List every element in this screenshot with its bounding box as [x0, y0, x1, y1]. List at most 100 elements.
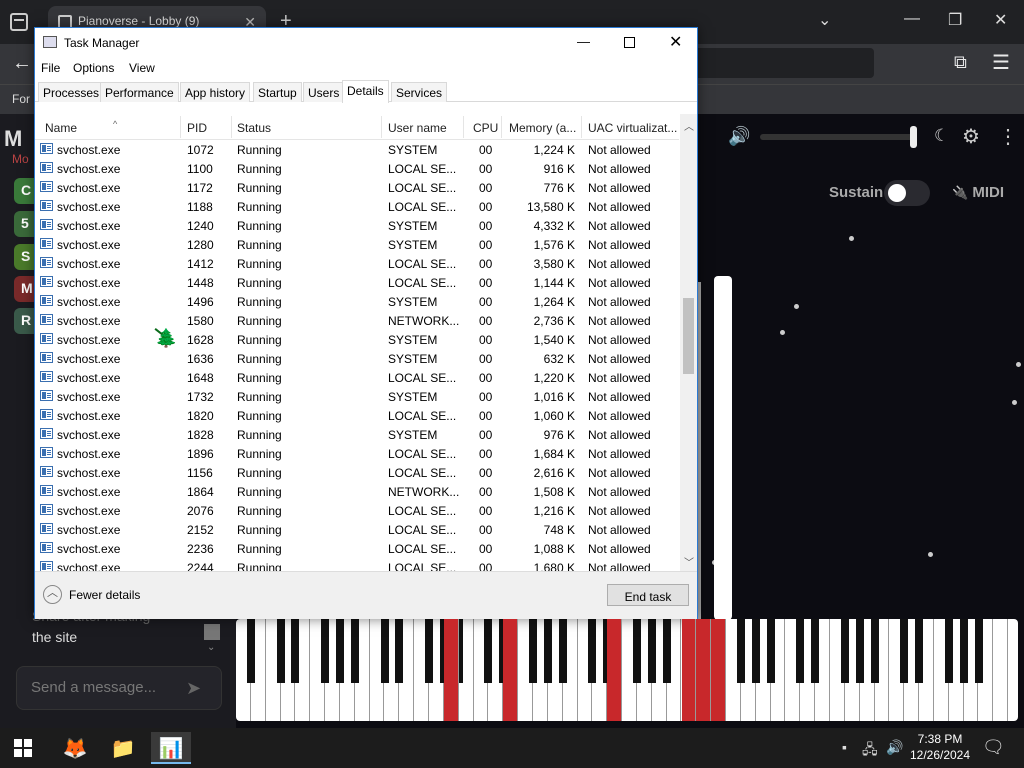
fewer-details-link[interactable]: Fewer details: [69, 588, 140, 602]
sustain-toggle[interactable]: [884, 180, 930, 206]
menu-view[interactable]: View: [129, 61, 155, 75]
table-row[interactable]: svchost.exe 1896 Running LOCAL SE... 00 1,684…: [35, 444, 679, 463]
table-row[interactable]: svchost.exe 1628 Running SYSTEM 00 1,540 K Not…: [35, 330, 679, 349]
table-row[interactable]: svchost.exe 2244 Running LOCAL SE... 00 1,680…: [35, 558, 679, 571]
table-row[interactable]: svchost.exe 1732 Running SYSTEM 00 1,016 K Not…: [35, 387, 679, 406]
column-separator[interactable]: [463, 116, 464, 138]
table-row[interactable]: svchost.exe 1580 Running NETWORK... 00 2,736 …: [35, 311, 679, 330]
browser-minimize-button[interactable]: —: [904, 10, 920, 28]
file-explorer-icon[interactable]: 📁: [103, 732, 143, 764]
scrollbar-thumb[interactable]: [683, 298, 694, 374]
table-row[interactable]: svchost.exe 1820 Running LOCAL SE... 00 1,060…: [35, 406, 679, 425]
black-key[interactable]: [855, 619, 864, 683]
windows-start-icon[interactable]: [14, 739, 32, 757]
table-row[interactable]: svchost.exe 1100 Running LOCAL SE... 00 916 K…: [35, 159, 679, 178]
table-row[interactable]: svchost.exe 1636 Running SYSTEM 00 632 K Not a…: [35, 349, 679, 368]
piano-keyboard[interactable]: [236, 619, 1018, 721]
black-key[interactable]: [915, 619, 924, 683]
tab-processes[interactable]: Processes: [38, 82, 105, 102]
gear-icon[interactable]: ⚙: [962, 124, 980, 149]
black-key[interactable]: [588, 619, 597, 683]
tab-startup[interactable]: Startup: [253, 82, 302, 102]
chevron-down-icon[interactable]: ⌄: [207, 642, 215, 653]
table-row[interactable]: svchost.exe 1864 Running NETWORK... 00 1,508 …: [35, 482, 679, 501]
pressed-white-key[interactable]: [711, 619, 727, 721]
moon-icon[interactable]: ☾: [934, 126, 949, 146]
tab-users[interactable]: Users: [303, 82, 345, 102]
black-key[interactable]: [335, 619, 344, 683]
black-key[interactable]: [246, 619, 255, 683]
speaker-icon[interactable]: 🔊: [886, 739, 903, 756]
pressed-white-key[interactable]: [681, 619, 697, 721]
extensions-icon[interactable]: ⧉: [954, 52, 967, 73]
task-manager-titlebar[interactable]: Task Manager — ✕: [35, 28, 697, 58]
black-key[interactable]: [959, 619, 968, 683]
end-task-button[interactable]: End task: [607, 584, 689, 606]
column-name[interactable]: Name ^: [45, 119, 117, 135]
column-pid[interactable]: PID: [187, 121, 207, 135]
scroll-up-icon[interactable]: ︿: [684, 118, 694, 133]
vertical-scrollbar[interactable]: ︿ ﹀: [680, 114, 697, 571]
tab-list-icon[interactable]: [10, 13, 28, 31]
black-key[interactable]: [484, 619, 493, 683]
volume-slider-thumb[interactable]: [909, 126, 917, 148]
browser-menu-icon[interactable]: ☰: [992, 50, 1010, 75]
tab-details[interactable]: Details: [342, 80, 389, 103]
column-separator[interactable]: [581, 116, 582, 138]
taskbar-clock[interactable]: 7:38 PM 12/26/2024: [908, 731, 972, 763]
tab-dropdown-icon[interactable]: ⌄: [818, 10, 831, 30]
column-separator[interactable]: [381, 116, 382, 138]
black-key[interactable]: [944, 619, 953, 683]
minimize-button[interactable]: —: [577, 34, 590, 49]
white-key[interactable]: [993, 619, 1009, 721]
tab-performance[interactable]: Performance: [100, 82, 179, 102]
scroll-down-icon[interactable]: ﹀: [684, 554, 694, 569]
black-key[interactable]: [529, 619, 537, 683]
black-key[interactable]: [350, 619, 359, 683]
table-row[interactable]: svchost.exe 1412 Running LOCAL SE... 00 3,580…: [35, 254, 679, 273]
maximize-button[interactable]: [624, 37, 635, 48]
black-key[interactable]: [647, 619, 656, 683]
table-row[interactable]: svchost.exe 2152 Running LOCAL SE... 00 748 K…: [35, 520, 679, 539]
column-separator[interactable]: [231, 116, 232, 138]
table-row[interactable]: svchost.exe 2236 Running LOCAL SE... 00 1,088…: [35, 539, 679, 558]
column-memory[interactable]: Memory (a...: [509, 121, 576, 135]
column-status[interactable]: Status: [237, 121, 271, 135]
firefox-icon[interactable]: 🦊: [55, 732, 95, 764]
notification-center-icon[interactable]: 🗨: [982, 737, 1005, 758]
close-button[interactable]: ✕: [669, 32, 682, 52]
browser-restore-button[interactable]: ❐: [948, 10, 962, 30]
pressed-white-key[interactable]: [696, 619, 712, 721]
more-options-icon[interactable]: ⋮: [998, 124, 1018, 149]
black-key[interactable]: [751, 619, 760, 683]
table-row[interactable]: svchost.exe 1828 Running SYSTEM 00 976 K Not a…: [35, 425, 679, 444]
table-row[interactable]: svchost.exe 1648 Running LOCAL SE... 00 1,220…: [35, 368, 679, 387]
volume-slider-track[interactable]: [760, 134, 916, 140]
table-row[interactable]: svchost.exe 1280 Running SYSTEM 00 1,576 K Not…: [35, 235, 679, 254]
menu-options[interactable]: Options: [73, 61, 114, 75]
black-key[interactable]: [632, 619, 641, 683]
pressed-white-key[interactable]: [443, 619, 459, 721]
pressed-white-key[interactable]: [607, 619, 623, 721]
black-key[interactable]: [662, 619, 671, 683]
browser-close-button[interactable]: ✕: [994, 10, 1007, 30]
send-icon[interactable]: ➤: [186, 678, 201, 699]
black-key[interactable]: [395, 619, 404, 683]
black-key[interactable]: [840, 619, 849, 683]
table-row[interactable]: svchost.exe 1188 Running LOCAL SE... 00 13,58…: [35, 197, 679, 216]
black-key[interactable]: [900, 619, 909, 683]
black-key[interactable]: [380, 619, 389, 683]
task-manager-taskbar-icon[interactable]: 📊: [151, 732, 191, 764]
black-key[interactable]: [736, 619, 745, 683]
menu-file[interactable]: File: [41, 61, 60, 75]
table-row[interactable]: svchost.exe 1496 Running SYSTEM 00 1,264 K Not…: [35, 292, 679, 311]
tray-app-icon[interactable]: ▪: [842, 739, 847, 755]
table-row[interactable]: svchost.exe 2076 Running LOCAL SE... 00 1,216…: [35, 501, 679, 520]
table-row[interactable]: svchost.exe 1172 Running LOCAL SE... 00 776 K…: [35, 178, 679, 197]
chat-scroll-button[interactable]: [204, 624, 220, 640]
black-key[interactable]: [321, 619, 330, 683]
black-key[interactable]: [766, 619, 775, 683]
column-uac[interactable]: UAC virtualizat...: [588, 121, 677, 135]
chevron-up-icon[interactable]: ︿: [43, 585, 62, 604]
black-key[interactable]: [425, 619, 434, 683]
